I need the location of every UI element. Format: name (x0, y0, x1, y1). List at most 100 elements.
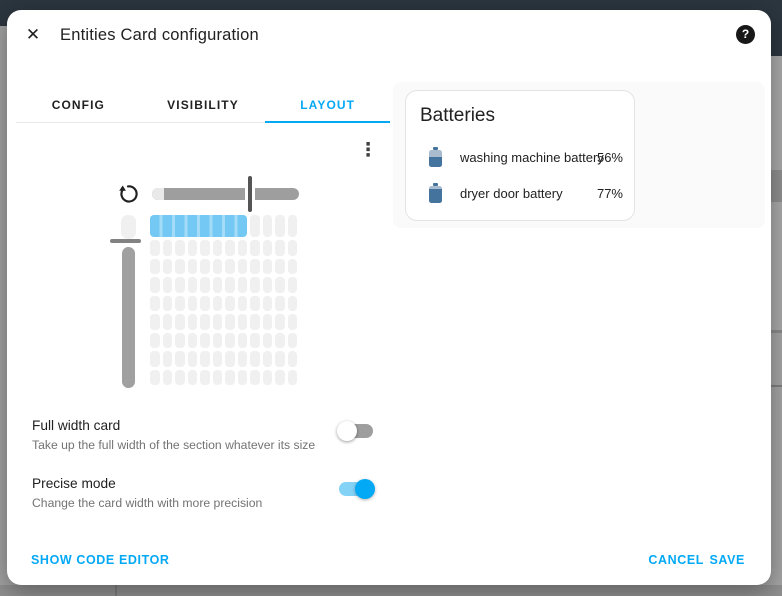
save-button[interactable]: SAVE (709, 553, 745, 567)
grid-cell[interactable] (263, 215, 273, 237)
grid-cell[interactable] (200, 333, 210, 349)
grid-cell[interactable] (225, 259, 235, 275)
grid-cell[interactable] (150, 333, 160, 349)
grid-cell[interactable] (225, 314, 235, 330)
grid-cell[interactable] (188, 259, 198, 275)
grid-cell[interactable] (213, 333, 223, 349)
grid-cell[interactable] (238, 351, 248, 367)
grid-cell[interactable] (163, 296, 173, 312)
grid-cell[interactable] (175, 351, 185, 367)
grid-cell[interactable] (275, 333, 285, 349)
grid-cell[interactable] (175, 314, 185, 330)
grid-cell[interactable] (213, 240, 223, 256)
tab-config[interactable]: CONFIG (16, 88, 141, 122)
columns-slider-track[interactable] (152, 188, 299, 200)
grid-cell[interactable] (188, 333, 198, 349)
grid-cell[interactable] (188, 240, 198, 256)
grid-cell[interactable] (200, 240, 210, 256)
grid-cell[interactable] (150, 296, 160, 312)
grid-cell[interactable] (225, 277, 235, 293)
grid-cell[interactable] (275, 351, 285, 367)
columns-slider[interactable] (152, 188, 299, 200)
grid-cell[interactable] (250, 351, 260, 367)
grid-cell[interactable] (288, 277, 298, 293)
grid-cell[interactable] (200, 259, 210, 275)
grid-cell[interactable] (275, 215, 285, 237)
grid-cell[interactable] (288, 351, 298, 367)
grid-cell[interactable] (288, 296, 298, 312)
grid-cell[interactable] (188, 296, 198, 312)
grid-cell[interactable] (163, 333, 173, 349)
grid-cell[interactable] (213, 370, 223, 386)
show-code-editor-button[interactable]: SHOW CODE EDITOR (31, 553, 170, 567)
grid-cell[interactable] (225, 351, 235, 367)
grid-cell[interactable] (200, 277, 210, 293)
grid-cell[interactable] (213, 259, 223, 275)
grid-cell[interactable] (250, 314, 260, 330)
grid-cell[interactable] (150, 314, 160, 330)
help-icon[interactable]: ? (736, 25, 755, 44)
grid-cell[interactable] (188, 370, 198, 386)
tab-visibility[interactable]: VISIBILITY (141, 88, 266, 122)
grid-cell[interactable] (288, 215, 298, 237)
grid-cell[interactable] (175, 296, 185, 312)
grid-cell[interactable] (263, 314, 273, 330)
grid-cell[interactable] (188, 351, 198, 367)
grid-cell[interactable] (175, 333, 185, 349)
grid-cell[interactable] (263, 333, 273, 349)
grid-cell[interactable] (175, 370, 185, 386)
grid-cell[interactable] (250, 277, 260, 293)
grid-cell[interactable] (163, 259, 173, 275)
grid-cell[interactable] (238, 259, 248, 275)
grid-cell[interactable] (213, 351, 223, 367)
grid-cell[interactable] (225, 296, 235, 312)
grid-cell[interactable] (200, 370, 210, 386)
grid-cell[interactable] (150, 259, 160, 275)
grid-cell[interactable] (238, 370, 248, 386)
grid-cell[interactable] (163, 314, 173, 330)
grid-cell[interactable] (225, 333, 235, 349)
grid-cell[interactable] (213, 296, 223, 312)
grid-cell[interactable] (213, 314, 223, 330)
grid-cell[interactable] (150, 370, 160, 386)
grid-cell[interactable] (163, 240, 173, 256)
grid-cell[interactable] (275, 370, 285, 386)
grid-cell[interactable] (250, 370, 260, 386)
full-width-card-toggle[interactable] (337, 421, 375, 441)
grid-cell[interactable] (163, 370, 173, 386)
grid-cell[interactable] (238, 277, 248, 293)
cancel-button[interactable]: CANCEL (648, 553, 704, 567)
grid-cell[interactable] (250, 333, 260, 349)
grid-cell[interactable] (175, 277, 185, 293)
grid-cell[interactable] (263, 277, 273, 293)
overflow-menu-icon[interactable]: ⋮ (356, 139, 380, 163)
grid-cell[interactable] (288, 314, 298, 330)
precise-mode-toggle[interactable] (337, 479, 375, 499)
grid-cell[interactable] (263, 259, 273, 275)
grid-cell[interactable] (250, 215, 260, 237)
grid-cell[interactable] (188, 314, 198, 330)
grid-cell[interactable] (163, 351, 173, 367)
grid-cell[interactable] (275, 314, 285, 330)
grid-cell[interactable] (150, 240, 160, 256)
grid-cell[interactable] (163, 277, 173, 293)
columns-slider-handle[interactable] (248, 176, 252, 212)
grid-cell[interactable] (225, 370, 235, 386)
grid-cell[interactable] (288, 370, 298, 386)
grid-cell[interactable] (263, 296, 273, 312)
grid-cell[interactable] (238, 240, 248, 256)
reset-size-icon[interactable] (115, 181, 141, 207)
grid-cell[interactable] (238, 296, 248, 312)
grid-cell[interactable] (275, 259, 285, 275)
grid-cell[interactable] (175, 240, 185, 256)
grid-selected-area[interactable] (150, 215, 247, 237)
grid-cell[interactable] (275, 277, 285, 293)
grid-cell[interactable] (288, 240, 298, 256)
entity-row[interactable]: dryer door battery 77% (406, 183, 634, 203)
grid-cell[interactable] (288, 259, 298, 275)
close-icon[interactable]: ✕ (21, 23, 45, 47)
grid-cell[interactable] (213, 277, 223, 293)
grid-cell[interactable] (250, 240, 260, 256)
grid-cell[interactable] (150, 351, 160, 367)
grid-cell[interactable] (200, 296, 210, 312)
